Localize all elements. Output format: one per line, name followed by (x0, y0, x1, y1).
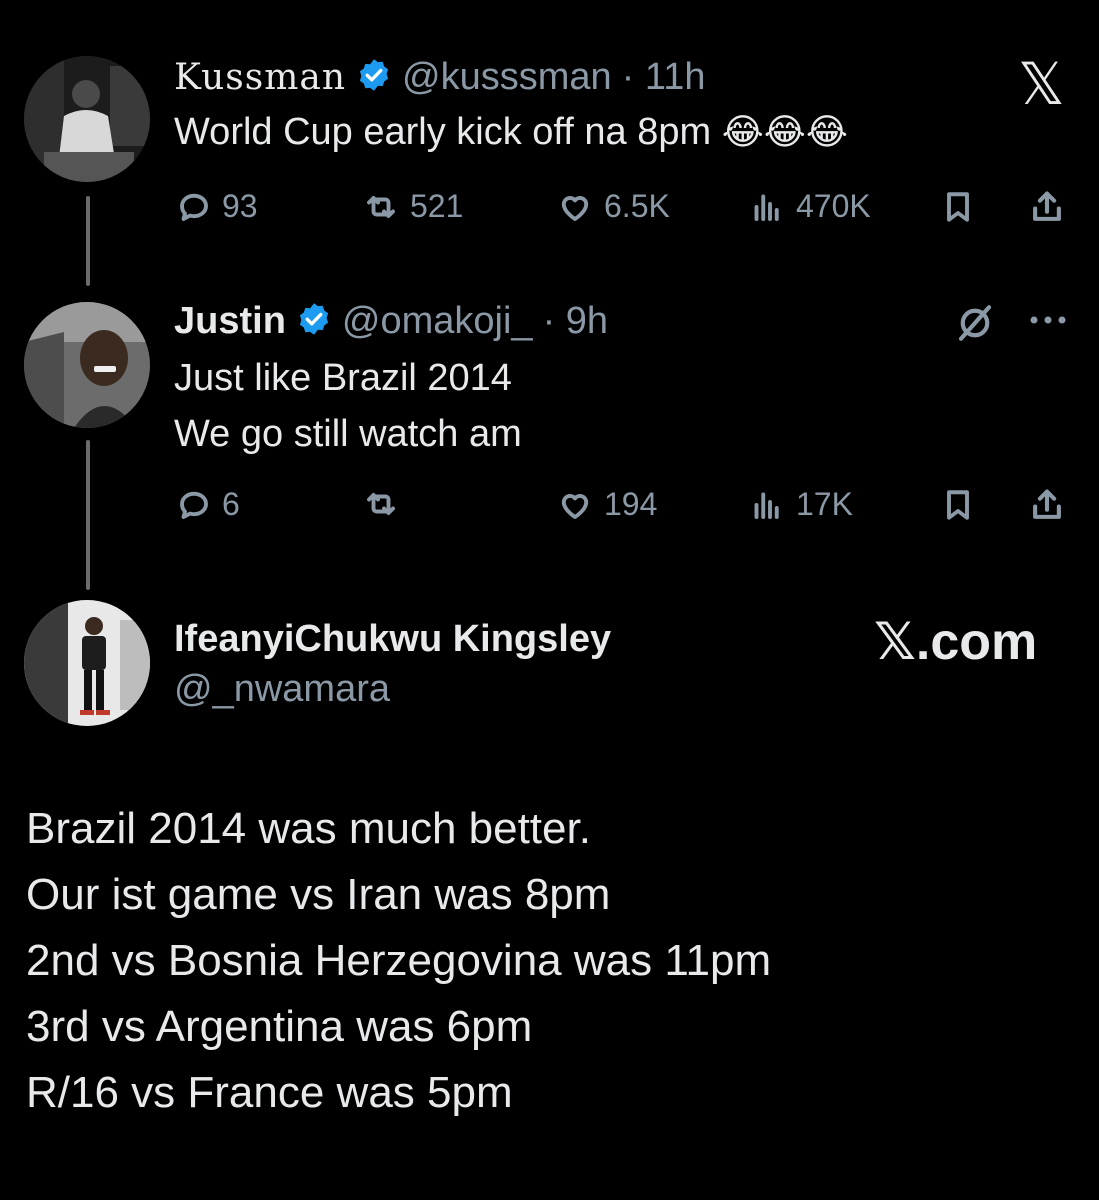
thread-line (86, 440, 90, 590)
timestamp[interactable]: · 11h (622, 56, 706, 99)
bookmark-button[interactable] (940, 486, 976, 524)
views-button[interactable]: 470K (748, 188, 871, 225)
laughing-emoji: 😂😂😂 (721, 111, 848, 152)
views-icon (754, 194, 779, 221)
tweet1-text: World Cup early kick off na 8pm 😂😂😂 (174, 104, 848, 160)
handle[interactable]: @_nwamara (174, 668, 390, 711)
tweet-text-line: 3rd vs Argentina was 6pm (26, 1002, 533, 1051)
reply-icon (180, 491, 208, 519)
repost-count: 521 (410, 188, 464, 224)
views-button[interactable]: 17K (748, 486, 853, 523)
avatar-image (24, 302, 150, 428)
views-count: 17K (796, 486, 853, 522)
tweet-text-line: We go still watch am (174, 413, 522, 455)
avatar-kussman[interactable] (24, 56, 150, 182)
tweet3-text: Brazil 2014 was much better. Our ist gam… (26, 796, 771, 1126)
thread-line (86, 196, 90, 286)
repost-button[interactable]: 521 (362, 188, 463, 225)
reply-button[interactable]: 6 (176, 486, 240, 523)
heart-icon (561, 493, 589, 519)
reply-count: 93 (222, 188, 258, 224)
bookmark-icon (947, 490, 969, 520)
like-button[interactable]: 6.5K (556, 188, 670, 225)
reply-button[interactable]: 93 (176, 188, 258, 225)
verified-badge-icon (356, 57, 392, 98)
display-name[interactable]: Kussman (174, 57, 346, 98)
share-button[interactable] (1028, 188, 1066, 226)
bookmark-button[interactable] (940, 188, 976, 226)
like-count: 194 (604, 486, 658, 522)
display-name[interactable]: IfeanyiChukwu Kingsley (174, 618, 611, 661)
repost-icon (367, 195, 395, 218)
display-name[interactable]: Justin (174, 300, 286, 343)
repost-icon (367, 493, 395, 515)
avatar-image (24, 600, 150, 726)
share-icon (1033, 489, 1061, 519)
verified-badge-icon (296, 301, 332, 342)
reply-icon (180, 193, 208, 221)
avatar-ifeanyichukwu[interactable] (24, 600, 150, 726)
like-count: 6.5K (604, 188, 670, 224)
views-count: 470K (796, 188, 871, 224)
reply-count: 6 (222, 486, 240, 522)
like-button[interactable]: 194 (556, 486, 657, 523)
avatar-justin[interactable] (24, 302, 150, 428)
tweet-text-line: Our ist game vs Iran was 8pm (26, 870, 611, 919)
handle[interactable]: @kusssman (402, 56, 612, 99)
tweet1-header: Kussman @kusssman · 11h (174, 56, 705, 99)
tweet-text: World Cup early kick off na 8pm (174, 111, 712, 153)
x-com-brand: 𝕏.com (874, 613, 1038, 671)
tweet2-header: Justin @omakoji_ · 9h (174, 300, 608, 343)
grok-icon[interactable] (954, 302, 996, 349)
handle[interactable]: @omakoji_ (342, 300, 533, 343)
tweet2-text: Just like Brazil 2014 We go still watch … (174, 350, 522, 462)
x-logo-icon[interactable]: 𝕏 (1018, 50, 1065, 118)
heart-icon (561, 195, 589, 221)
tweet-text-line: 2nd vs Bosnia Herzegovina was 11pm (26, 936, 772, 985)
share-button[interactable] (1028, 486, 1066, 524)
tweet-text-line: R/16 vs France was 5pm (26, 1068, 513, 1117)
views-icon (754, 492, 779, 519)
share-icon (1033, 191, 1061, 221)
more-options-icon[interactable] (1028, 310, 1070, 335)
repost-button[interactable] (362, 486, 410, 522)
timestamp[interactable]: · 9h (543, 300, 608, 343)
avatar-image (24, 56, 150, 182)
bookmark-icon (947, 192, 969, 222)
tweet-text-line: Just like Brazil 2014 (174, 357, 512, 399)
tweet-text-line: Brazil 2014 was much better. (26, 804, 591, 853)
